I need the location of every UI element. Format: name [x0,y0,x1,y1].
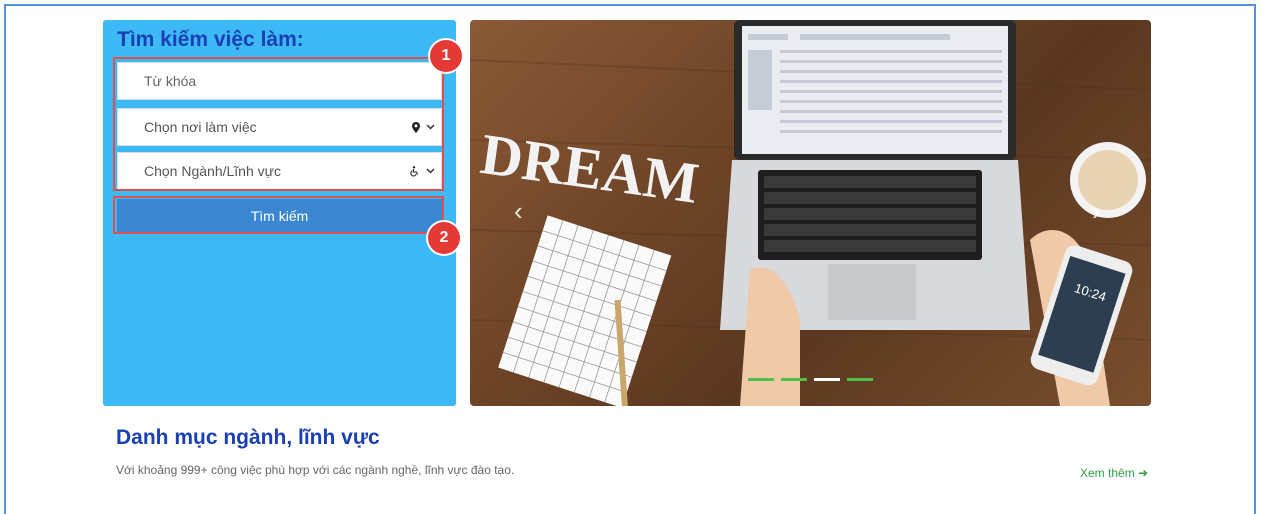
carousel-indicator-1[interactable] [748,378,774,381]
keyword-field[interactable] [117,62,442,100]
map-marker-icon [412,121,420,133]
chevron-down-icon [426,168,435,174]
carousel-indicator-4[interactable] [847,378,873,381]
annotation-badge-2: 2 [428,222,460,254]
chevron-down-icon [426,124,435,130]
dream-letters: DREAM [477,121,703,216]
carousel-indicators [748,378,873,381]
see-more-link[interactable]: Xem thêm ➜ [1080,466,1148,480]
arrow-right-icon: ➜ [1138,466,1149,480]
carousel-next-arrow[interactable]: › [1092,196,1101,227]
location-select[interactable]: Chọn nơi làm việc [117,108,442,146]
carousel-prev-arrow[interactable]: ‹ [514,196,523,227]
hero-carousel: DREAM 10:24 ‹ › [470,20,1151,406]
search-button[interactable]: Tìm kiếm [117,199,442,233]
svg-text:DREAM: DREAM [477,121,703,216]
hero-image: DREAM 10:24 [470,20,1151,406]
category-section-description: Với khoảng 999+ công việc phù hợp với cá… [116,463,515,477]
see-more-label: Xem thêm [1080,466,1135,480]
search-panel-title: Tìm kiếm việc làm: [117,28,304,51]
keyword-input[interactable] [144,73,441,89]
carousel-indicator-2[interactable] [781,378,807,381]
category-section-title: Danh mục ngành, lĩnh vực [116,426,380,449]
wheelchair-icon [410,165,419,176]
notebook [498,215,672,406]
location-select-label: Chọn nơi làm việc [144,119,257,135]
industry-select-label: Chọn Ngành/Lĩnh vực [144,163,282,179]
job-search-panel: Tìm kiếm việc làm: Chọn nơi làm việc Chọ… [103,20,456,406]
industry-select[interactable]: Chọn Ngành/Lĩnh vực [117,152,442,190]
annotation-badge-1: 1 [430,40,462,72]
carousel-indicator-3[interactable] [814,378,840,381]
